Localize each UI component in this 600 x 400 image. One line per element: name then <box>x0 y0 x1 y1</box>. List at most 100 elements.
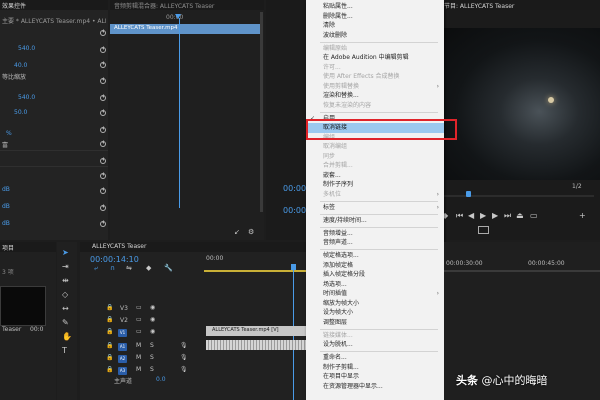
program-playhead-icon[interactable] <box>466 191 471 197</box>
eye-icon[interactable]: ◉ <box>150 328 155 335</box>
menu-item[interactable]: 在资源管理器中显示... <box>306 382 444 392</box>
reset-icon[interactable] <box>100 220 106 227</box>
audio-clip[interactable] <box>206 340 306 350</box>
menu-item[interactable]: 嵌套... <box>306 171 444 181</box>
menu-item[interactable]: 渲染和替换... <box>306 91 444 101</box>
timeline-timecode[interactable]: 00:00:14:10 <box>90 255 139 264</box>
menu-item[interactable]: 波纹删除 <box>306 31 444 41</box>
nest-icon[interactable]: ⤶ <box>94 264 98 273</box>
reset-icon[interactable] <box>100 126 106 133</box>
track-select-icon[interactable]: ⇥ <box>62 262 69 271</box>
sync-lock-icon[interactable]: ▭ <box>136 304 142 311</box>
menu-item[interactable]: 速度/持续时间... <box>306 216 444 226</box>
master-track-value[interactable]: 0.0 <box>156 376 166 385</box>
menu-item[interactable]: 设为脱机... <box>306 340 444 350</box>
menu-item[interactable]: 在项目中显示 <box>306 372 444 382</box>
step-forward-icon[interactable]: ⏭ <box>504 211 511 221</box>
solo-icon[interactable]: S <box>150 366 154 373</box>
solo-icon[interactable]: S <box>150 354 154 361</box>
microphone-icon[interactable]: 🎙 <box>180 342 188 349</box>
track-v3[interactable]: 🔒 V3 ▭ ◉ <box>104 304 204 316</box>
step-back-icon[interactable]: ⏮ <box>456 211 463 221</box>
selection-tool-icon[interactable]: ➤ <box>62 248 69 257</box>
microphone-icon[interactable]: 🎙 <box>180 366 188 373</box>
menu-item[interactable]: 插入帧定格分段 <box>306 270 444 280</box>
track-target-button[interactable]: A2 <box>118 355 127 363</box>
work-area-bar[interactable] <box>204 270 306 272</box>
menu-item[interactable]: 粘贴属性... <box>306 2 444 12</box>
snap-icon[interactable]: ∩ <box>110 264 115 272</box>
menu-item[interactable]: 清除 <box>306 21 444 31</box>
razor-tool-icon[interactable]: ◇ <box>62 290 68 299</box>
reset-icon[interactable] <box>100 204 106 211</box>
play-icon[interactable]: ▶ <box>480 211 486 220</box>
reset-icon[interactable] <box>100 109 106 116</box>
reset-icon[interactable] <box>100 157 106 164</box>
add-marker-icon[interactable]: ◆ <box>146 264 151 272</box>
menu-item[interactable]: 在 Adobe Audition 中编辑剪辑 <box>306 53 444 63</box>
reset-icon[interactable] <box>100 140 106 147</box>
reset-icon[interactable] <box>100 46 106 53</box>
blend-mode-label[interactable]: 富 <box>2 140 8 149</box>
flicker-value[interactable]: 50.0 <box>14 109 27 118</box>
menu-item[interactable]: 时间插值 › <box>306 289 444 299</box>
reset-icon[interactable] <box>100 187 106 194</box>
menu-item[interactable]: 音频声道... <box>306 238 444 248</box>
tab-program[interactable]: 节目: ALLEYCATS Teaser <box>444 1 514 10</box>
track-target-button[interactable]: A1 <box>118 343 127 351</box>
mute-icon[interactable]: M <box>136 342 141 349</box>
pen-tool-icon[interactable]: ✎ <box>62 318 69 327</box>
lift-icon[interactable]: ⏏ <box>516 211 524 220</box>
tab-effect-controls[interactable]: 效果控件 <box>2 1 26 10</box>
lock-icon[interactable]: 🔒 <box>106 304 113 311</box>
track-v1[interactable]: 🔒 V1 ▭ ◉ <box>104 328 204 340</box>
export-frame-icon[interactable]: ▭ <box>530 211 538 220</box>
frame-back-icon[interactable]: ◀ <box>468 211 474 220</box>
hand-tool-icon[interactable]: ✋ <box>62 332 72 341</box>
menu-item[interactable]: 制作子剪辑... <box>306 363 444 373</box>
reset-icon[interactable] <box>100 29 106 36</box>
volume-db-2[interactable]: dB <box>2 203 10 212</box>
menu-item[interactable]: 重命名... <box>306 353 444 363</box>
menu-item[interactable]: 缩放为帧大小 <box>306 299 444 309</box>
scale-value[interactable]: 40.0 <box>14 62 27 71</box>
volume-db-3[interactable]: dB <box>2 220 10 229</box>
mute-icon[interactable]: M <box>136 354 141 361</box>
ripple-edit-icon[interactable]: ⇹ <box>62 276 69 285</box>
sync-lock-icon[interactable]: ▭ <box>136 316 142 323</box>
project-thumbnail[interactable] <box>0 286 46 326</box>
anchor-value-x[interactable]: 540.0 <box>18 94 35 103</box>
track-a2[interactable]: 🔒 A2 M S 🎙 <box>104 354 204 366</box>
eye-icon[interactable]: ◉ <box>150 304 155 311</box>
lock-icon[interactable]: 🔒 <box>106 342 113 349</box>
frame-forward-icon[interactable]: ▶ <box>492 211 498 220</box>
menu-item[interactable]: 音频增益... <box>306 229 444 239</box>
track-target-button[interactable]: A3 <box>118 367 127 375</box>
sync-lock-icon[interactable]: ▭ <box>136 328 142 335</box>
eye-icon[interactable]: ◉ <box>150 316 155 323</box>
reset-icon[interactable] <box>100 77 106 84</box>
export-frame-icon[interactable]: ↙ <box>234 228 240 236</box>
program-ratio[interactable]: 1/2 <box>572 183 582 192</box>
mute-icon[interactable]: M <box>136 366 141 373</box>
linked-selection-icon[interactable]: ⇋ <box>126 264 132 272</box>
safe-margins-icon[interactable] <box>478 226 489 234</box>
type-tool-icon[interactable]: T <box>62 346 67 355</box>
menu-item[interactable]: 帧定格选项... <box>306 251 444 261</box>
menu-item[interactable]: 删除属性... <box>306 12 444 22</box>
menu-item[interactable]: 制作子序列 <box>306 180 444 190</box>
tab-project[interactable]: 项目 <box>2 243 14 252</box>
reset-icon[interactable] <box>100 172 106 179</box>
position-value-x[interactable]: 540.0 <box>18 45 35 54</box>
wrench-icon[interactable]: 🔧 <box>164 264 173 272</box>
lock-icon[interactable]: 🔒 <box>106 328 113 335</box>
reset-icon[interactable] <box>100 94 106 101</box>
program-timecode-left[interactable]: 00:00 <box>283 184 306 193</box>
solo-icon[interactable]: S <box>150 342 154 349</box>
lock-icon[interactable]: 🔒 <box>106 316 113 323</box>
track-v2[interactable]: 🔒 V2 ▭ ◉ <box>104 316 204 328</box>
tab-audio-clip-mixer[interactable]: 音频剪辑混合器: ALLEYCATS Teaser <box>114 1 214 10</box>
lock-icon[interactable]: 🔒 <box>106 366 113 373</box>
menu-item[interactable]: 标签 › <box>306 203 444 213</box>
source-scrollbar[interactable] <box>260 12 263 212</box>
